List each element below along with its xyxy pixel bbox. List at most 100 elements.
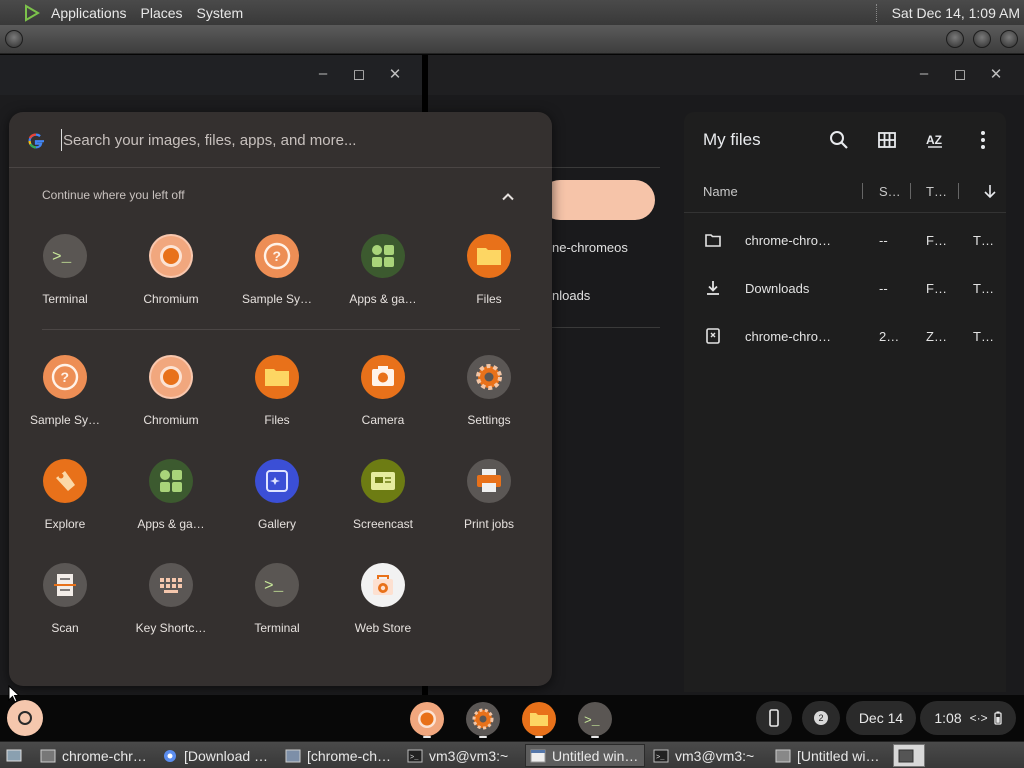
file-date: T…: [973, 233, 994, 248]
app-gallery[interactable]: Gallery: [227, 459, 327, 531]
mouse-cursor-icon: [8, 685, 20, 703]
shelf: >_ 2 Dec 14 1:08 <·>: [0, 695, 1024, 741]
file-row[interactable]: chrome-chro… 2… Z… T…: [684, 313, 1006, 361]
calendar-date-button[interactable]: Dec 14: [846, 701, 916, 735]
app-camera[interactable]: Camera: [333, 355, 433, 427]
minimize-icon[interactable]: [946, 30, 964, 48]
task-label: Untitled win…: [552, 747, 639, 764]
shelf-files-icon[interactable]: [522, 702, 556, 736]
maximize-icon[interactable]: ◻: [950, 65, 970, 83]
svg-text:?: ?: [273, 248, 282, 264]
maximize-icon[interactable]: ◻: [349, 65, 369, 83]
shelf-chromium-icon[interactable]: [410, 702, 444, 736]
launcher-search-input[interactable]: [61, 129, 521, 151]
phone-hub-button[interactable]: [756, 701, 792, 735]
window-titlebar[interactable]: – ◻ ✕: [428, 55, 1024, 95]
places-menu[interactable]: Places: [134, 5, 190, 21]
file-row[interactable]: chrome-chro… -- F… T…: [684, 217, 1006, 265]
task-button[interactable]: >_ vm3@vm3:~: [403, 744, 521, 767]
continue-app-chromium[interactable]: Chromium: [121, 234, 221, 306]
notification-button[interactable]: 2: [802, 701, 840, 735]
close-icon[interactable]: ✕: [986, 65, 1006, 83]
folder-icon: [705, 234, 721, 247]
file-type: F…: [926, 281, 947, 296]
continue-app-files[interactable]: Files: [439, 234, 539, 306]
column-separator[interactable]: [958, 183, 959, 199]
app-sample-system[interactable]: ? Sample Sy…: [15, 355, 115, 427]
app-screencast[interactable]: Screencast: [333, 459, 433, 531]
app-web-store[interactable]: Web Store: [333, 563, 433, 635]
applications-menu[interactable]: Applications: [44, 5, 134, 21]
panel-clock[interactable]: Sat Dec 14, 1:09 AM: [875, 0, 1024, 25]
launcher-search-box[interactable]: [9, 112, 552, 168]
app-label: Chromium: [143, 413, 199, 427]
action-pill-button[interactable]: [540, 180, 655, 220]
task-button[interactable]: [chrome-ch…: [281, 744, 399, 767]
search-icon[interactable]: [828, 129, 850, 151]
task-button[interactable]: chrome-chr…: [36, 744, 154, 767]
window-titlebar[interactable]: – ◻ ✕: [0, 55, 422, 95]
task-button[interactable]: [Untitled wi…: [771, 744, 889, 767]
file-row[interactable]: Downloads -- F… T…: [684, 265, 1006, 313]
shelf-settings-icon[interactable]: [466, 702, 500, 736]
list-item-text[interactable]: ne-chromeos: [552, 240, 628, 255]
close-icon[interactable]: [1000, 30, 1018, 48]
column-separator[interactable]: [910, 183, 911, 199]
app-settings[interactable]: Settings: [439, 355, 539, 427]
app-scan[interactable]: Scan: [15, 563, 115, 635]
app-files[interactable]: Files: [227, 355, 327, 427]
sort-az-icon[interactable]: AZ: [924, 129, 946, 151]
app-label: Files: [476, 292, 502, 306]
column-separator[interactable]: [862, 183, 863, 199]
sort-arrow-down-icon[interactable]: [983, 183, 997, 199]
system-menu[interactable]: System: [190, 5, 251, 21]
continue-app-sample-system[interactable]: ? Sample Sy…: [227, 234, 327, 306]
column-type[interactable]: T…: [926, 184, 947, 199]
file-size: 2…: [879, 329, 900, 344]
app-chromium[interactable]: Chromium: [121, 355, 221, 427]
gnome-logo-icon[interactable]: [22, 3, 42, 23]
app-terminal[interactable]: >_ Terminal: [227, 563, 327, 635]
chromium-icon: [149, 355, 193, 399]
screencast-icon: [361, 459, 405, 503]
launcher-button[interactable]: [7, 700, 43, 736]
minimize-icon[interactable]: –: [313, 65, 333, 82]
shelf-terminal-icon[interactable]: >_: [578, 702, 612, 736]
workspace-switcher[interactable]: [893, 744, 925, 767]
grid-view-icon[interactable]: [876, 129, 898, 151]
zip-icon: [706, 328, 720, 344]
app-explore[interactable]: Explore: [15, 459, 115, 531]
close-icon[interactable]: ✕: [385, 65, 405, 83]
column-name[interactable]: Name: [703, 184, 738, 199]
task-button-active[interactable]: Untitled win…: [525, 744, 645, 767]
task-button[interactable]: [Download …: [158, 744, 276, 767]
outer-window-titlebar[interactable]: [0, 25, 1024, 54]
chevron-up-icon[interactable]: [499, 188, 517, 206]
column-size[interactable]: S…: [879, 184, 901, 199]
task-button[interactable]: >_ vm3@vm3:~: [649, 744, 767, 767]
window-menu-icon[interactable]: [5, 30, 23, 48]
list-item-text[interactable]: nloads: [552, 288, 590, 303]
app-label: Settings: [467, 413, 511, 427]
running-indicator: [423, 736, 431, 738]
continue-app-terminal[interactable]: >_ Terminal: [15, 234, 115, 306]
files-window[interactable]: My files AZ Name S… T… chrome-chro… -- F…: [684, 112, 1006, 692]
desktop-icon: [6, 749, 22, 761]
more-options-icon[interactable]: [972, 129, 994, 151]
app-key-shortcuts[interactable]: Key Shortc…: [121, 563, 221, 635]
camera-icon: [361, 355, 405, 399]
file-type: F…: [926, 233, 947, 248]
minimize-icon[interactable]: –: [914, 65, 934, 82]
status-area-button[interactable]: 1:08 <·>: [920, 701, 1016, 735]
file-size: --: [879, 281, 888, 296]
running-indicator: [535, 736, 543, 738]
maximize-icon[interactable]: [973, 30, 991, 48]
app-label: Chromium: [143, 292, 199, 306]
divider: [552, 327, 660, 328]
continue-app-apps-games[interactable]: Apps & ga…: [333, 234, 433, 306]
app-print-jobs[interactable]: Print jobs: [439, 459, 539, 531]
show-desktop-button[interactable]: [2, 744, 32, 767]
app-apps-games[interactable]: Apps & ga…: [121, 459, 221, 531]
task-label: [Untitled wi…: [797, 747, 880, 764]
clock-text: Sat Dec 14, 1:09 AM: [891, 4, 1020, 21]
